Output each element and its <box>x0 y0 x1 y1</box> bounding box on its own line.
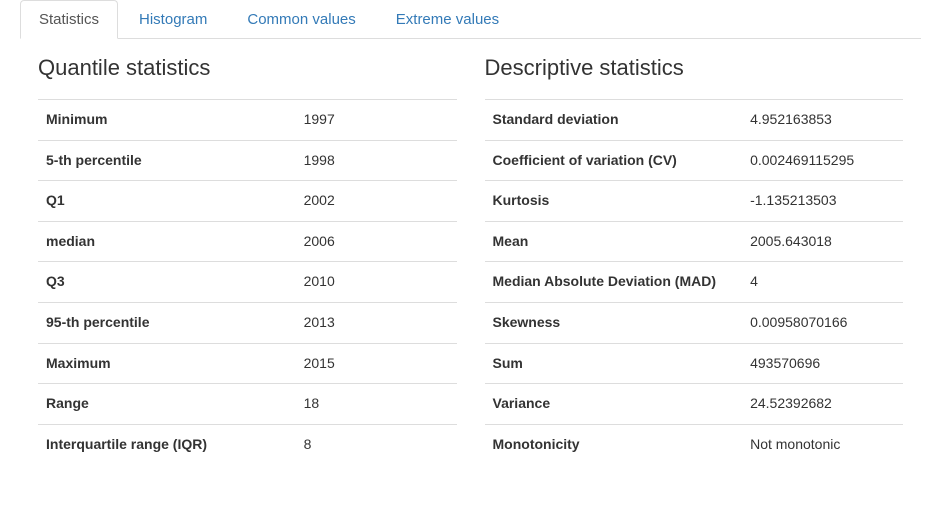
table-row: Kurtosis-1.135213503 <box>485 180 904 221</box>
stat-value: 2010 <box>304 272 449 292</box>
descriptive-table: Standard deviation4.952163853Coefficient… <box>485 99 904 464</box>
quantile-column: Quantile statistics Minimum19975-th perc… <box>38 55 457 464</box>
stat-label: Skewness <box>493 313 751 333</box>
stat-label: median <box>46 232 304 252</box>
stat-value: 18 <box>304 394 449 414</box>
descriptive-column: Descriptive statistics Standard deviatio… <box>485 55 904 464</box>
table-row: Range18 <box>38 383 457 424</box>
content: Quantile statistics Minimum19975-th perc… <box>20 55 921 464</box>
stat-value: 24.52392682 <box>750 394 895 414</box>
table-row: Standard deviation4.952163853 <box>485 99 904 140</box>
stat-value: 2006 <box>304 232 449 252</box>
stat-value: -1.135213503 <box>750 191 895 211</box>
table-row: 95-th percentile2013 <box>38 302 457 343</box>
stat-label: Sum <box>493 354 751 374</box>
stat-label: 95-th percentile <box>46 313 304 333</box>
quantile-title: Quantile statistics <box>38 55 457 81</box>
stat-value: 4 <box>750 272 895 292</box>
stat-label: Q3 <box>46 272 304 292</box>
stat-label: Interquartile range (IQR) <box>46 435 304 455</box>
table-row: Q12002 <box>38 180 457 221</box>
stat-value: 2005.643018 <box>750 232 895 252</box>
table-row: Maximum2015 <box>38 343 457 384</box>
stat-label: Standard deviation <box>493 110 751 130</box>
table-row: Minimum1997 <box>38 99 457 140</box>
table-row: Interquartile range (IQR)8 <box>38 424 457 465</box>
stat-value: 2002 <box>304 191 449 211</box>
stat-label: Median Absolute Deviation (MAD) <box>493 272 751 292</box>
stat-value: 1997 <box>304 110 449 130</box>
stat-value: 0.00958070166 <box>750 313 895 333</box>
tab-common-values[interactable]: Common values <box>228 0 374 39</box>
table-row: Sum493570696 <box>485 343 904 384</box>
stat-label: Q1 <box>46 191 304 211</box>
table-row: median2006 <box>38 221 457 262</box>
quantile-table: Minimum19975-th percentile1998Q12002medi… <box>38 99 457 464</box>
table-row: Variance24.52392682 <box>485 383 904 424</box>
stat-value: 8 <box>304 435 449 455</box>
stat-label: Mean <box>493 232 751 252</box>
table-row: Median Absolute Deviation (MAD)4 <box>485 261 904 302</box>
stat-label: Maximum <box>46 354 304 374</box>
tab-histogram[interactable]: Histogram <box>120 0 226 39</box>
descriptive-title: Descriptive statistics <box>485 55 904 81</box>
stat-value: 2013 <box>304 313 449 333</box>
stat-label: Coefficient of variation (CV) <box>493 151 751 171</box>
stat-value: 1998 <box>304 151 449 171</box>
tab-statistics[interactable]: Statistics <box>20 0 118 39</box>
tabs: Statistics Histogram Common values Extre… <box>20 0 921 39</box>
stat-value: 2015 <box>304 354 449 374</box>
table-row: Coefficient of variation (CV)0.002469115… <box>485 140 904 181</box>
table-row: Skewness0.00958070166 <box>485 302 904 343</box>
tab-extreme-values[interactable]: Extreme values <box>377 0 518 39</box>
table-row: Q32010 <box>38 261 457 302</box>
stat-value: 493570696 <box>750 354 895 374</box>
stat-label: 5-th percentile <box>46 151 304 171</box>
stat-label: Variance <box>493 394 751 414</box>
stat-label: Monotonicity <box>493 435 751 455</box>
table-row: 5-th percentile1998 <box>38 140 457 181</box>
stat-value: 4.952163853 <box>750 110 895 130</box>
table-row: MonotonicityNot monotonic <box>485 424 904 465</box>
stat-value: 0.002469115295 <box>750 151 895 171</box>
table-row: Mean2005.643018 <box>485 221 904 262</box>
stat-value: Not monotonic <box>750 435 895 455</box>
stat-label: Minimum <box>46 110 304 130</box>
stat-label: Range <box>46 394 304 414</box>
stat-label: Kurtosis <box>493 191 751 211</box>
